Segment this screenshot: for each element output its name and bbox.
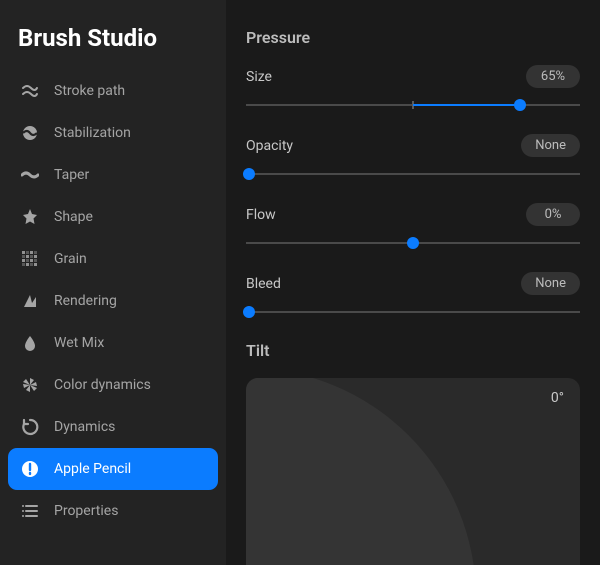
sidebar-item-label: Stroke path (54, 83, 125, 99)
slider-row-opacity: Opacity None (246, 134, 580, 181)
main-panel: Pressure Size 65% Opacity None Flow 0% Bleed No… (226, 0, 600, 565)
app-title: Brush Studio (0, 24, 226, 70)
slider-value-opacity[interactable]: None (521, 134, 580, 157)
slider-thumb-opacity[interactable] (243, 168, 255, 180)
sidebar-item-label: Shape (54, 209, 93, 225)
rendering-icon (20, 291, 40, 311)
slider-label-bleed: Bleed (246, 276, 281, 292)
slider-value-size[interactable]: 65% (526, 65, 580, 88)
sidebar-item-wet-mix[interactable]: Wet Mix (8, 322, 218, 364)
slider-thumb-flow[interactable] (407, 237, 419, 249)
sidebar-item-label: Apple Pencil (54, 461, 131, 477)
sidebar-item-label: Grain (54, 251, 87, 267)
sidebar-item-dynamics[interactable]: Dynamics (8, 406, 218, 448)
apple-pencil-icon (20, 459, 40, 479)
pressure-heading: Pressure (246, 28, 580, 47)
sidebar-item-rendering[interactable]: Rendering (8, 280, 218, 322)
slider-value-bleed[interactable]: None (521, 272, 580, 295)
sidebar-item-label: Rendering (54, 293, 117, 309)
sidebar-item-shape[interactable]: Shape (8, 196, 218, 238)
shape-icon (20, 207, 40, 227)
wet-mix-icon (20, 333, 40, 353)
sidebar-nav: Stroke path Stabilization Taper Shape Grain R… (0, 70, 226, 532)
stabilization-icon (20, 123, 40, 143)
tilt-graph[interactable]: 0° (246, 378, 580, 565)
sidebar-item-label: Properties (54, 503, 118, 519)
slider-label-opacity: Opacity (246, 138, 293, 154)
sidebar-item-taper[interactable]: Taper (8, 154, 218, 196)
properties-icon (20, 501, 40, 521)
sidebar-item-label: Stabilization (54, 125, 131, 141)
sidebar-item-grain[interactable]: Grain (8, 238, 218, 280)
slider-thumb-bleed[interactable] (243, 306, 255, 318)
slider-row-bleed: Bleed None (246, 272, 580, 319)
sidebar-item-apple-pencil[interactable]: Apple Pencil (8, 448, 218, 490)
slider-track-opacity[interactable] (246, 167, 580, 181)
slider-label-size: Size (246, 69, 272, 85)
stroke-path-icon (20, 81, 40, 101)
slider-value-flow[interactable]: 0% (526, 203, 580, 226)
grain-icon (20, 249, 40, 269)
slider-thumb-size[interactable] (514, 99, 526, 111)
dynamics-icon (20, 417, 40, 437)
tilt-heading: Tilt (246, 341, 580, 360)
sidebar-item-stroke-path[interactable]: Stroke path (8, 70, 218, 112)
sidebar-item-color-dynamics[interactable]: Color dynamics (8, 364, 218, 406)
tilt-angle-readout: 0° (551, 390, 564, 406)
sidebar-item-properties[interactable]: Properties (8, 490, 218, 532)
slider-row-flow: Flow 0% (246, 203, 580, 250)
sidebar-item-label: Taper (54, 167, 89, 183)
sidebar-item-label: Dynamics (54, 419, 115, 435)
slider-row-size: Size 65% (246, 65, 580, 112)
taper-icon (20, 165, 40, 185)
slider-track-flow[interactable] (246, 236, 580, 250)
slider-track-bleed[interactable] (246, 305, 580, 319)
color-dynamics-icon (20, 375, 40, 395)
pressure-sliders: Size 65% Opacity None Flow 0% Bleed None (246, 65, 580, 319)
slider-track-size[interactable] (246, 98, 580, 112)
slider-label-flow: Flow (246, 207, 276, 223)
sidebar: Brush Studio Stroke path Stabilization Tap… (0, 0, 226, 565)
sidebar-item-stabilization[interactable]: Stabilization (8, 112, 218, 154)
tilt-arc (246, 378, 476, 565)
sidebar-item-label: Color dynamics (54, 377, 151, 393)
sidebar-item-label: Wet Mix (54, 335, 104, 351)
